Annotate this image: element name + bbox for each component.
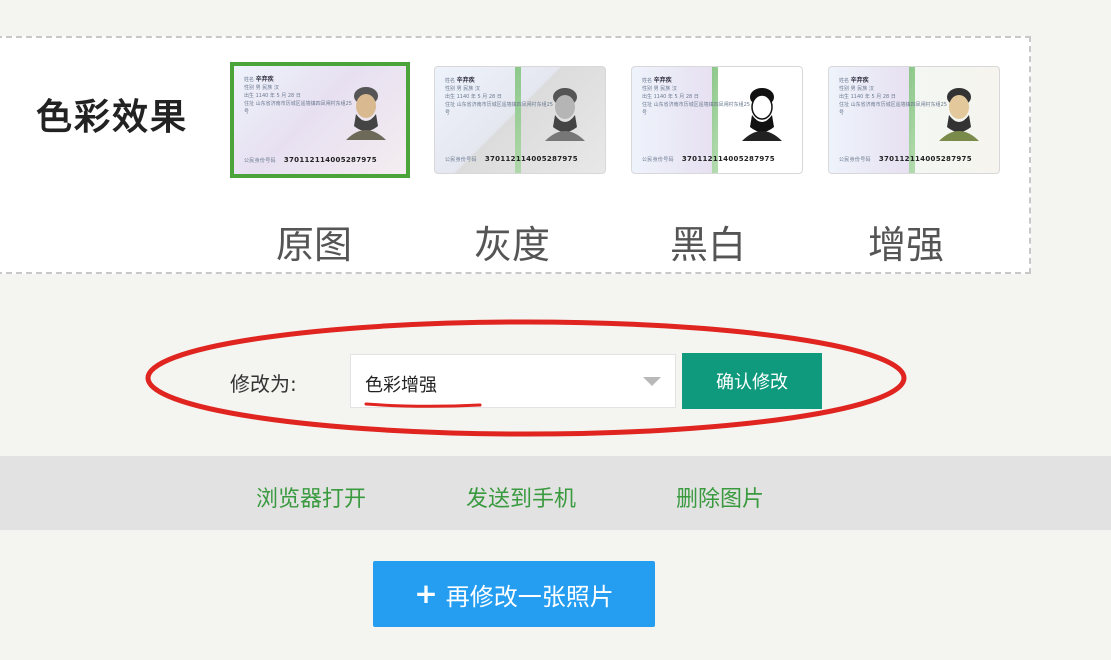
modify-label: 修改为: bbox=[230, 372, 297, 396]
send-to-phone-link[interactable]: 发送到手机 bbox=[466, 481, 576, 513]
modify-another-photo-button[interactable]: + 再修改一张照片 bbox=[373, 561, 655, 627]
effect-label-gray[interactable]: 灰度 bbox=[426, 214, 598, 269]
portrait-icon bbox=[939, 88, 979, 141]
effect-select[interactable]: 色彩增强 bbox=[350, 354, 676, 408]
confirm-modify-button[interactable]: 确认修改 bbox=[682, 353, 822, 409]
card-text: 姓名 辛弃疾 性别 男 民族 汉 出生 1140 年 5 月 28 日 住址 山… bbox=[445, 77, 553, 116]
effect-thumb-bw[interactable]: 姓名 辛弃疾 性别 男 民族 汉 出生 1140 年 5 月 28 日 住址 山… bbox=[631, 66, 803, 174]
portrait-icon bbox=[545, 88, 585, 141]
chevron-down-icon bbox=[643, 377, 661, 386]
effect-label-bw[interactable]: 黑白 bbox=[622, 214, 794, 269]
effect-thumb-enhanced[interactable]: 姓名 辛弃疾 性别 男 民族 汉 出生 1140 年 5 月 28 日 住址 山… bbox=[828, 66, 1000, 174]
effect-thumb-original[interactable]: 姓名 辛弃疾 性别 男 民族 汉 出生 1140 年 5 月 28 日 住址 山… bbox=[230, 62, 410, 178]
id-number: 公民身份号码 370112114005287975 bbox=[244, 156, 377, 164]
effect-thumb-gray[interactable]: 姓名 辛弃疾 性别 男 民族 汉 出生 1140 年 5 月 28 日 住址 山… bbox=[434, 66, 606, 174]
effect-label-enhanced[interactable]: 增强 bbox=[820, 214, 992, 269]
card-text: 姓名 辛弃疾 性别 男 民族 汉 出生 1140 年 5 月 28 日 住址 山… bbox=[642, 77, 750, 116]
color-effects-title: 色彩效果 bbox=[36, 97, 189, 138]
id-number: 公民身份号码 370112114005287975 bbox=[445, 155, 578, 163]
card-text: 姓名 辛弃疾 性别 男 民族 汉 出生 1140 年 5 月 28 日 住址 山… bbox=[244, 76, 352, 115]
card-text: 姓名 辛弃疾 性别 男 民族 汉 出生 1140 年 5 月 28 日 住址 山… bbox=[839, 77, 947, 116]
plus-icon: + bbox=[414, 577, 438, 610]
effect-label-original[interactable]: 原图 bbox=[228, 214, 400, 269]
delete-image-link[interactable]: 删除图片 bbox=[676, 481, 764, 513]
portrait-icon bbox=[346, 87, 386, 140]
again-button-label: 再修改一张照片 bbox=[445, 582, 614, 611]
portrait-icon bbox=[742, 88, 782, 141]
id-number: 公民身份号码 370112114005287975 bbox=[839, 155, 972, 163]
select-value: 色彩增强 bbox=[365, 375, 437, 396]
open-in-browser-link[interactable]: 浏览器打开 bbox=[256, 481, 366, 513]
id-number: 公民身份号码 370112114005287975 bbox=[642, 155, 775, 163]
